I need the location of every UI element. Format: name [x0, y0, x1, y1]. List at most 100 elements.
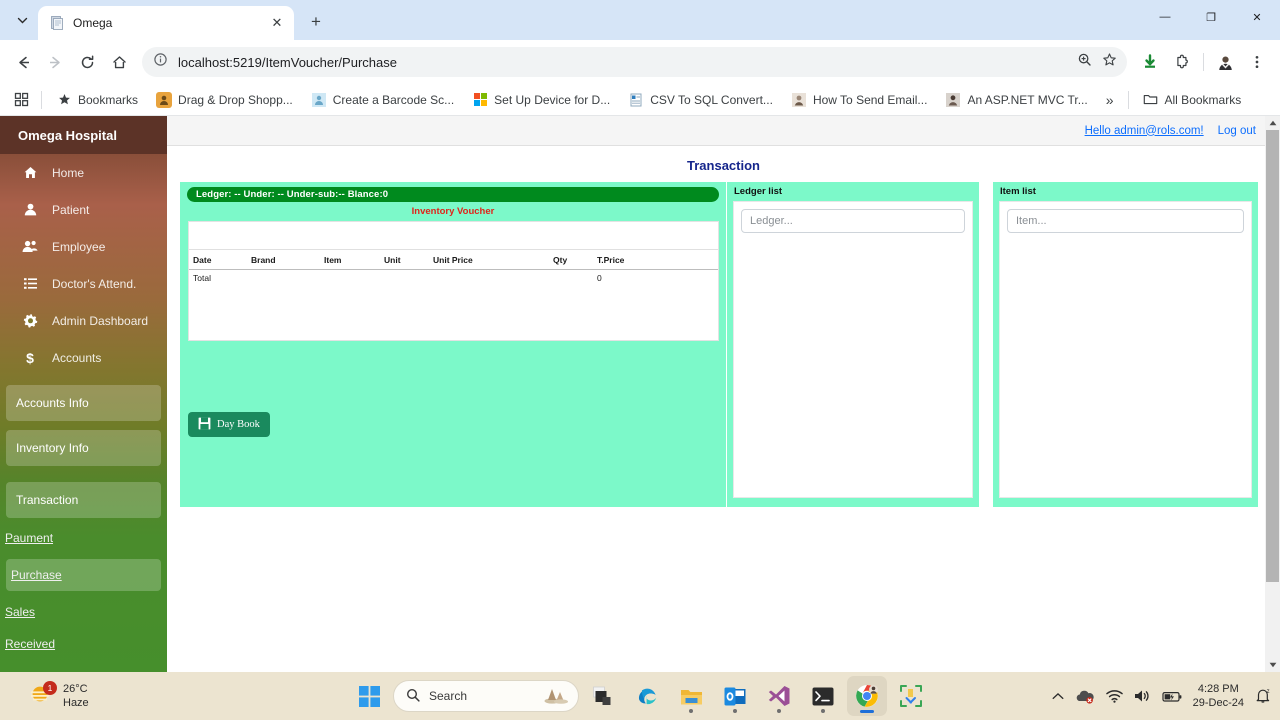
- sidebar-item-accounts[interactable]: $ Accounts: [0, 339, 167, 376]
- onedrive-error-icon[interactable]: [1075, 688, 1095, 704]
- sidebar-section-transaction[interactable]: Transaction: [6, 482, 161, 518]
- voucher-subtitle: Inventory Voucher: [411, 206, 495, 217]
- forward-icon[interactable]: [40, 47, 70, 77]
- voucher-card: Date Brand Item Unit Unit Price Qty T.Pr…: [188, 221, 719, 341]
- scroll-down-arrow-icon[interactable]: [1265, 658, 1280, 672]
- sidebar-link-purchase[interactable]: Purchase: [6, 559, 161, 591]
- weather-badge: 1: [43, 681, 57, 695]
- puzzle-icon[interactable]: [1167, 47, 1197, 77]
- battery-icon[interactable]: [1162, 690, 1182, 703]
- total-value: 0: [597, 273, 602, 283]
- edge-icon[interactable]: [627, 676, 667, 716]
- item-search-input[interactable]: [1007, 209, 1244, 233]
- apps-grid-icon[interactable]: [8, 89, 35, 110]
- windows-start-icon[interactable]: [349, 676, 389, 716]
- col-date: Date: [189, 250, 247, 270]
- sidebar-section-accounts-info[interactable]: Accounts Info: [6, 385, 161, 421]
- bookmark-item[interactable]: Drag & Drop Shopp...: [148, 89, 301, 111]
- speaker-icon[interactable]: [1134, 689, 1151, 703]
- file-explorer-icon[interactable]: [671, 676, 711, 716]
- tab-close-icon[interactable]: ✕: [268, 14, 286, 32]
- total-blank-3: [380, 270, 429, 287]
- kebab-menu-icon[interactable]: [1242, 47, 1272, 77]
- ledger-summary-bar: Ledger: -- Under: -- Under-sub:-- Blance…: [187, 187, 719, 202]
- logout-link[interactable]: Log out: [1218, 125, 1256, 137]
- person-avatar-icon: [945, 92, 961, 108]
- sidebar-item-employee[interactable]: Employee: [0, 228, 167, 265]
- tab-strip: Omega ✕ + — ❐ ✕: [0, 0, 1280, 40]
- all-bookmarks-label: All Bookmarks: [1164, 92, 1242, 107]
- taskbar-center: Search: [349, 676, 931, 716]
- weather-widget[interactable]: 1 26°C Haze: [0, 681, 89, 710]
- info-circle-icon[interactable]: [153, 52, 168, 72]
- bookmark-item[interactable]: Set Up Device for D...: [464, 89, 618, 111]
- tab-search-caret-icon[interactable]: [8, 6, 36, 34]
- home-icon[interactable]: [104, 47, 134, 77]
- search-plus-icon[interactable]: [1077, 52, 1092, 72]
- avatar-icon[interactable]: [1210, 47, 1240, 77]
- sidebar-item-home[interactable]: Home: [0, 154, 167, 191]
- taskbar-search[interactable]: Search: [393, 680, 579, 712]
- user-icon: [22, 202, 38, 217]
- voucher-top-blank-row: [189, 222, 718, 250]
- bookmark-item[interactable]: CSV To SQL Convert...: [620, 89, 781, 111]
- task-view-icon[interactable]: [583, 676, 623, 716]
- inventory-voucher-panel: Ledger: -- Under: -- Under-sub:-- Blance…: [180, 182, 726, 507]
- sidebar-item-label: Patient: [52, 202, 90, 217]
- maximize-button[interactable]: ❐: [1188, 0, 1234, 34]
- sidebar-sublinks: Paument Purchase Sales Received: [0, 527, 167, 655]
- greeting-link[interactable]: Hello admin@rols.com!: [1085, 125, 1204, 137]
- outlook-icon[interactable]: [715, 676, 755, 716]
- voucher-table: Date Brand Item Unit Unit Price Qty T.Pr…: [189, 250, 718, 286]
- running-indicator: [821, 709, 825, 713]
- col-brand: Brand: [247, 250, 320, 270]
- voucher-table-header-row: Date Brand Item Unit Unit Price Qty T.Pr…: [189, 250, 718, 270]
- download-icon[interactable]: [1135, 47, 1165, 77]
- window-controls: — ❐ ✕: [1142, 0, 1280, 40]
- bookmark-item[interactable]: Create a Barcode Sc...: [303, 89, 462, 111]
- person-avatar-icon: [791, 92, 807, 108]
- minimize-button[interactable]: —: [1142, 0, 1188, 34]
- total-blank-5: [549, 270, 593, 287]
- sidebar-link-sales[interactable]: Sales: [0, 601, 167, 623]
- item-list-title: Item list: [1000, 186, 1036, 197]
- sidebar-item-patient[interactable]: Patient: [0, 191, 167, 228]
- visual-studio-icon[interactable]: [759, 676, 799, 716]
- bell-dnd-icon[interactable]: z: [1255, 688, 1272, 704]
- back-icon[interactable]: [8, 47, 38, 77]
- new-tab-button[interactable]: +: [302, 8, 330, 36]
- ledger-search-input[interactable]: [741, 209, 965, 233]
- scrollbar-thumb[interactable]: [1266, 130, 1279, 582]
- address-bar[interactable]: localhost:5219/ItemVoucher/Purchase: [142, 47, 1127, 77]
- reload-icon[interactable]: [72, 47, 102, 77]
- total-blank-1: [247, 270, 320, 287]
- bookmark-item[interactable]: How To Send Email...: [783, 89, 936, 111]
- bookmarks-overflow-button[interactable]: »: [1098, 89, 1122, 111]
- taskbar-clock[interactable]: 4:28 PM 29-Dec-24: [1193, 682, 1244, 711]
- active-indicator: [860, 710, 874, 713]
- tab-title: Omega: [73, 16, 113, 30]
- close-window-button[interactable]: ✕: [1234, 0, 1280, 34]
- terminal-icon[interactable]: [803, 676, 843, 716]
- wifi-icon[interactable]: [1105, 689, 1123, 703]
- sidebar-link-paument[interactable]: Paument: [0, 527, 167, 549]
- scroll-up-arrow-icon[interactable]: [1265, 116, 1280, 130]
- svg-text:z: z: [1267, 689, 1270, 695]
- chrome-icon[interactable]: [847, 676, 887, 716]
- tray-chevron-icon[interactable]: [1052, 692, 1064, 701]
- snipping-tool-icon[interactable]: [891, 676, 931, 716]
- sidebar-item-admin-dashboard[interactable]: Admin Dashboard: [0, 302, 167, 339]
- bookmark-item[interactable]: An ASP.NET MVC Tr...: [937, 89, 1095, 111]
- bookmark-label: How To Send Email...: [812, 92, 928, 107]
- day-book-button[interactable]: Day Book: [188, 412, 270, 437]
- sidebar-link-received[interactable]: Received: [0, 633, 167, 655]
- haze-icon: 1: [28, 681, 57, 708]
- sidebar-section-inventory-info[interactable]: Inventory Info: [6, 430, 161, 466]
- all-bookmarks-button[interactable]: All Bookmarks: [1135, 89, 1250, 111]
- bookmark-item[interactable]: Bookmarks: [48, 89, 146, 111]
- sidebar-item-doctors-attendance[interactable]: Doctor's Attend.: [0, 265, 167, 302]
- star-icon[interactable]: [1102, 52, 1117, 72]
- page-scrollbar[interactable]: [1265, 116, 1280, 672]
- gear-icon: [22, 313, 38, 328]
- browser-tab[interactable]: Omega ✕: [38, 6, 294, 40]
